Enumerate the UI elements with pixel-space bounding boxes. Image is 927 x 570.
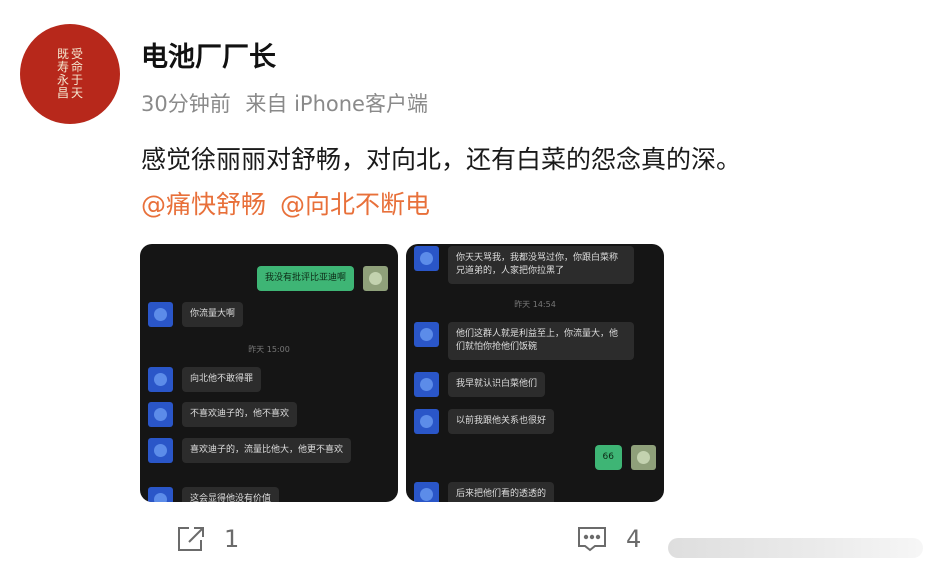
chat-message: 我早就认识白菜他们 — [414, 372, 546, 397]
comment-button[interactable]: 4 — [576, 525, 641, 553]
chat-message: 你流量大啊 — [148, 302, 244, 327]
chat-avatar — [414, 246, 439, 271]
seal-column-2: 既寿永昌 — [57, 47, 70, 100]
post-mentions: @痛快舒畅 @向北不断电 — [141, 185, 436, 221]
chat-bubble: 他们这群人就是利益至上，你流量大，他们就怕你抢他们饭碗 — [448, 322, 634, 360]
chat-bubble: 不喜欢迪子的，他不喜欢 — [182, 402, 298, 427]
share-button[interactable]: 1 — [176, 525, 239, 553]
chat-message: 我没有批评比亚迪啊 — [256, 266, 388, 291]
comment-count: 4 — [626, 525, 642, 553]
chat-bubble: 以前我跟他关系也很好 — [448, 409, 555, 434]
mention-link[interactable]: @痛快舒畅 — [141, 190, 266, 219]
chat-avatar — [148, 402, 173, 427]
chat-avatar — [631, 445, 656, 470]
post-source: 来自 iPhone客户端 — [245, 92, 428, 116]
chat-message: 不喜欢迪子的，他不喜欢 — [148, 402, 298, 427]
post-time: 30分钟前 — [141, 92, 231, 116]
author-name[interactable]: 电池厂厂长 — [141, 35, 276, 74]
comment-icon — [578, 527, 606, 552]
share-count: 1 — [224, 525, 240, 553]
chat-message: 向北他不敢得罪 — [148, 367, 262, 392]
chat-bubble: 我早就认识白菜他们 — [448, 372, 546, 397]
chat-bubble: 我没有批评比亚迪啊 — [256, 266, 354, 291]
chat-avatar — [414, 409, 439, 434]
chat-message: 你天天骂我，我都没骂过你，你跟白菜称兄道弟的，人家把你拉黑了 — [414, 246, 634, 284]
share-icon — [178, 527, 204, 551]
chat-screenshot-image[interactable]: 我没有批评比亚迪啊 你流量大啊 昨天 15:00 向北他不敢得罪 不喜欢迪子的，… — [140, 244, 398, 502]
seal-column-1: 受命于天 — [71, 47, 84, 100]
chat-avatar — [148, 438, 173, 463]
post-text: 感觉徐丽丽对舒畅，对向北，还有白菜的怨念真的深。 — [141, 145, 742, 174]
chat-avatar — [414, 372, 439, 397]
mention-link[interactable]: @向北不断电 — [280, 190, 430, 219]
chat-message: 66 — [594, 445, 656, 470]
chat-message: 后来把他们看的透透的 — [414, 482, 555, 502]
avatar-seal-text: 受命于天 既寿永昌 — [57, 48, 83, 100]
chat-bubble: 你天天骂我，我都没骂过你，你跟白菜称兄道弟的，人家把你拉黑了 — [448, 246, 634, 284]
chat-avatar — [148, 302, 173, 327]
author-avatar[interactable]: 受命于天 既寿永昌 — [20, 24, 120, 124]
chat-bubble: 这会显得他没有价值 — [182, 487, 280, 502]
chat-bubble: 后来把他们看的透透的 — [448, 482, 555, 502]
chat-bubble: 你流量大啊 — [182, 302, 244, 327]
chat-message: 喜欢迪子的，流量比他大，他更不喜欢 — [148, 438, 352, 463]
chat-avatar — [414, 322, 439, 347]
chat-bubble: 向北他不敢得罪 — [182, 367, 262, 392]
chat-screenshot-image[interactable]: 你天天骂我，我都没骂过你，你跟白菜称兄道弟的，人家把你拉黑了 昨天 14:54 … — [406, 244, 664, 502]
chat-bubble: 喜欢迪子的，流量比他大，他更不喜欢 — [182, 438, 352, 463]
chat-avatar — [148, 487, 173, 502]
chat-avatar — [363, 266, 388, 291]
chat-avatar — [148, 367, 173, 392]
chat-message: 以前我跟他关系也很好 — [414, 409, 555, 434]
chat-timestamp: 昨天 14:54 — [514, 300, 556, 309]
chat-avatar — [414, 482, 439, 502]
post-meta: 30分钟前 来自 iPhone客户端 — [141, 88, 436, 118]
chat-timestamp: 昨天 15:00 — [248, 345, 290, 354]
chat-message: 他们这群人就是利益至上，你流量大，他们就怕你抢他们饭碗 — [414, 322, 634, 360]
watermark-blur — [668, 538, 923, 558]
chat-message: 这会显得他没有价值 — [148, 487, 280, 502]
chat-bubble: 66 — [594, 445, 622, 470]
